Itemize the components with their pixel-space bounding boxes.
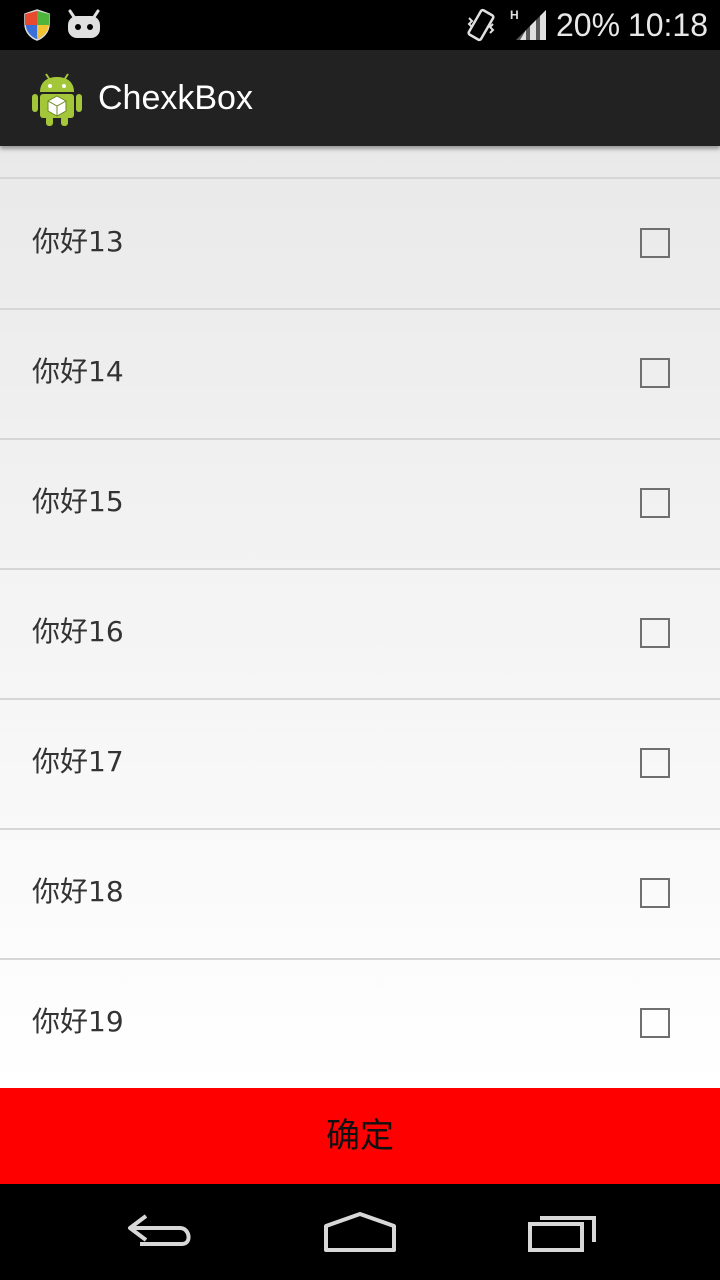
home-icon[interactable] (310, 1202, 410, 1262)
item-label: 你好19 (32, 1005, 124, 1038)
item-checkbox[interactable] (640, 488, 670, 518)
list-item[interactable]: 你好13 (0, 180, 720, 310)
item-checkbox[interactable] (640, 228, 670, 258)
list-item[interactable]: 你好15 (0, 440, 720, 570)
item-label: 你好18 (32, 875, 124, 908)
item-checkbox[interactable] (640, 748, 670, 778)
recents-icon[interactable] (512, 1202, 612, 1262)
item-label: 你好16 (32, 615, 124, 648)
hspa-signal-icon: H (510, 8, 546, 40)
status-bar: H 20% 10:18 (0, 0, 720, 50)
item-checkbox[interactable] (640, 1008, 670, 1038)
confirm-button[interactable]: 确定 (0, 1088, 720, 1184)
shield-icon (24, 9, 50, 41)
item-checkbox[interactable] (640, 618, 670, 648)
list-item[interactable]: 你好18 (0, 830, 720, 960)
item-label: 你好14 (32, 355, 124, 388)
item-label: 你好17 (32, 745, 124, 778)
back-icon[interactable] (110, 1202, 210, 1262)
item-checkbox[interactable] (640, 878, 670, 908)
vibrate-icon (467, 8, 495, 42)
status-time: 10:18 (627, 7, 708, 43)
phone-screen: H 20% 10:18 ChexkBox 你好13 你好14 你好15 你好16… (0, 0, 720, 1280)
list-item[interactable]: 你好19 (0, 960, 720, 1088)
svg-text:H: H (510, 8, 519, 22)
battery-percent: 20% (556, 7, 621, 43)
navigation-bar (0, 1184, 720, 1280)
item-label: 你好13 (32, 225, 124, 258)
list-item[interactable]: 你好14 (0, 310, 720, 440)
item-checkbox[interactable] (640, 358, 670, 388)
item-label: 你好15 (32, 485, 124, 518)
app-title: ChexkBox (98, 79, 253, 117)
checkbox-list[interactable]: 你好13 你好14 你好15 你好16 你好17 你好18 你好19 (0, 146, 720, 1088)
list-item-partial (0, 146, 720, 179)
cyanogen-mascot-icon (68, 9, 100, 38)
action-bar: ChexkBox (0, 50, 720, 146)
list-item[interactable]: 你好17 (0, 700, 720, 830)
android-icon (32, 73, 82, 126)
list-item[interactable]: 你好16 (0, 570, 720, 700)
